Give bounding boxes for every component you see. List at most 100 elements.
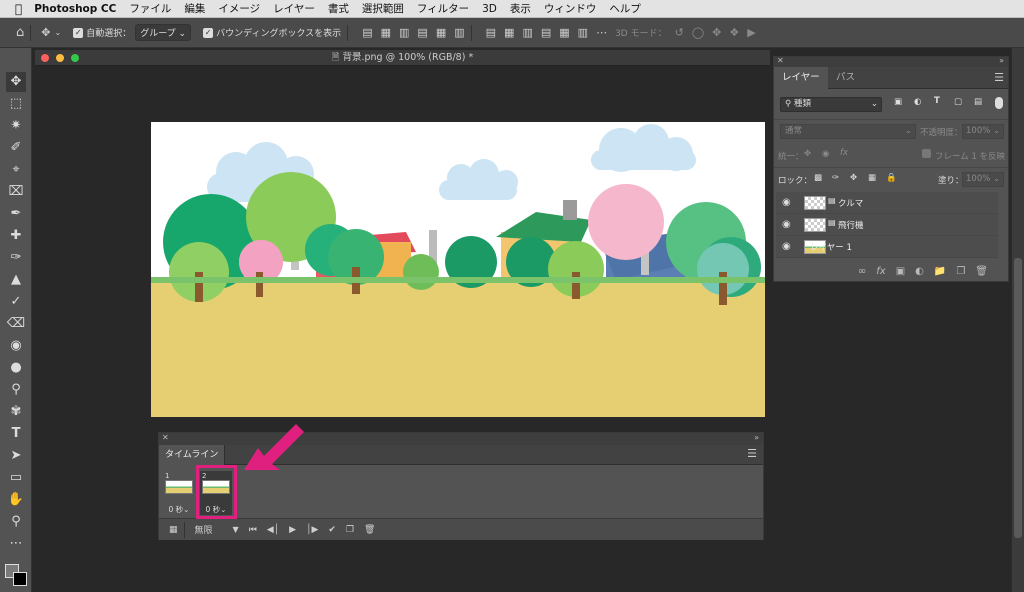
type-tool-icon[interactable]: T — [6, 424, 26, 444]
frame-tool-icon[interactable]: ⌧ — [6, 182, 26, 202]
play-icon[interactable]: ▶ — [289, 525, 296, 535]
unify-visibility-icon[interactable]: ◉ — [822, 149, 829, 159]
filter-smart-object-icon[interactable]: ▤ — [974, 97, 982, 107]
auto-select-checkbox[interactable]: ✓ — [73, 27, 84, 38]
tween-icon[interactable]: ✔ — [328, 525, 336, 535]
layer-row[interactable]: ◉ ▤ 飛行機 — [776, 214, 998, 236]
distribute-right-icon[interactable]: ▥ — [578, 26, 588, 39]
zoom-tool-icon[interactable]: ⚲ — [6, 512, 26, 532]
layer-name[interactable]: 飛行機 — [838, 219, 864, 231]
filter-type-icon[interactable]: T — [934, 96, 940, 106]
dodge-tool-icon[interactable]: ⚲ — [6, 380, 26, 400]
eyedropper-tool-icon[interactable]: ✒ — [6, 204, 26, 224]
folder-icon[interactable]: 📁 — [934, 266, 946, 277]
filter-pixel-icon[interactable]: ▣ — [894, 97, 902, 107]
layer-name[interactable]: レイヤー 1 — [810, 241, 852, 253]
frame-delay[interactable]: 0 秒⌄ — [163, 504, 195, 515]
healing-brush-tool-icon[interactable]: ✚ — [6, 226, 26, 246]
trash-icon[interactable]: 🗑 — [364, 525, 375, 535]
close-window-button[interactable] — [41, 54, 49, 62]
filter-shape-icon[interactable]: ▢ — [954, 97, 962, 107]
pen-tool-icon[interactable]: ✾ — [6, 402, 26, 422]
distribute-bottom-icon[interactable]: ▥ — [522, 26, 532, 39]
align-middle-icon[interactable]: ▦ — [436, 26, 446, 39]
new-layer-icon[interactable]: ❐ — [956, 266, 965, 277]
unify-style-icon[interactable]: fx — [840, 148, 848, 158]
lock-artboard-icon[interactable]: ▦ — [868, 173, 876, 183]
auto-select-dropdown[interactable]: グループ ⌄ — [135, 24, 192, 41]
minimize-window-button[interactable] — [56, 54, 64, 62]
panel-menu-icon[interactable]: ☰ — [994, 71, 1004, 84]
align-right-icon[interactable]: ▥ — [399, 26, 409, 39]
chevron-down-icon[interactable]: ⌄ — [54, 28, 61, 37]
menu-layer[interactable]: レイヤー — [273, 1, 315, 16]
align-bottom-icon[interactable]: ▥ — [454, 26, 464, 39]
blur-tool-icon[interactable]: ● — [6, 358, 26, 378]
propagate-checkbox[interactable] — [922, 149, 931, 158]
orbit-3d-icon[interactable]: ↺ — [675, 26, 684, 39]
slide-3d-icon[interactable]: ❖ — [729, 26, 739, 39]
tab-timeline[interactable]: タイムライン — [159, 445, 226, 465]
blend-mode-select[interactable]: 通常 ⌄ — [780, 124, 916, 139]
timeline-frame[interactable]: 1 0 秒⌄ — [163, 471, 195, 515]
panel-menu-icon[interactable]: ☰ — [747, 447, 757, 460]
move-tool-icon[interactable]: ✥ — [41, 26, 50, 39]
bbox-checkbox[interactable]: ✓ — [203, 27, 214, 38]
align-top-icon[interactable]: ▤ — [417, 26, 427, 39]
stamp-tool-icon[interactable]: ▲ — [6, 270, 26, 290]
pan-3d-icon[interactable]: ✥ — [712, 26, 721, 39]
close-icon[interactable]: ✕ — [777, 56, 784, 65]
eye-icon[interactable]: ◉ — [782, 219, 791, 230]
next-frame-icon[interactable]: │▶ — [306, 525, 318, 535]
more-options-icon[interactable]: ⋯ — [596, 26, 607, 39]
menu-view[interactable]: 表示 — [510, 1, 531, 16]
scrollbar-thumb[interactable] — [1014, 258, 1022, 538]
crop-tool-icon[interactable]: ⌖ — [6, 160, 26, 180]
menu-image[interactable]: イメージ — [218, 1, 260, 16]
menu-window[interactable]: ウィンドウ — [544, 1, 597, 16]
convert-timeline-icon[interactable]: ▦ — [169, 525, 178, 535]
paint-bucket-tool-icon[interactable]: ◉ — [6, 336, 26, 356]
menu-edit[interactable]: 編集 — [184, 1, 205, 16]
home-icon[interactable]: ⌂ — [16, 25, 24, 40]
menu-3d[interactable]: 3D — [482, 3, 497, 15]
menu-help[interactable]: ヘルプ — [609, 1, 641, 16]
quick-select-tool-icon[interactable]: ✐ — [6, 138, 26, 158]
unify-position-icon[interactable]: ✥ — [804, 149, 811, 159]
close-icon[interactable]: ✕ — [162, 433, 169, 442]
history-brush-tool-icon[interactable]: ✓ — [6, 292, 26, 312]
previous-frame-icon[interactable]: ◀│ — [267, 525, 279, 535]
duplicate-frame-icon[interactable]: ❐ — [346, 525, 354, 535]
maximize-window-button[interactable] — [71, 54, 79, 62]
brush-tool-icon[interactable]: ✑ — [6, 248, 26, 268]
menu-file[interactable]: ファイル — [129, 1, 171, 16]
mask-icon[interactable]: ▣ — [896, 266, 905, 277]
eye-icon[interactable]: ◉ — [782, 241, 791, 252]
align-center-icon[interactable]: ▦ — [381, 26, 391, 39]
first-frame-icon[interactable]: ⏮ — [249, 525, 257, 535]
layer-row[interactable]: ◉ レイヤー 1 — [776, 236, 998, 258]
filter-adjustment-icon[interactable]: ◐ — [914, 97, 921, 107]
menu-app-name[interactable]: Photoshop CC — [34, 3, 116, 15]
tab-layers[interactable]: レイヤー — [774, 67, 828, 89]
layer-row[interactable]: ◉ ▤ クルマ — [776, 192, 998, 214]
background-color-swatch[interactable] — [13, 572, 27, 586]
distribute-middle-icon[interactable]: ▦ — [504, 26, 514, 39]
lasso-tool-icon[interactable]: ✷ — [6, 116, 26, 136]
roll-3d-icon[interactable]: ◯ — [692, 26, 704, 39]
eraser-tool-icon[interactable]: ⌫ — [6, 314, 26, 334]
distribute-top-icon[interactable]: ▤ — [486, 26, 496, 39]
layer-filter-select[interactable]: ⚲ 種類 ⌄ — [780, 97, 882, 112]
distribute-left-icon[interactable]: ▤ — [541, 26, 551, 39]
link-icon[interactable]: ∞ — [858, 266, 866, 277]
scale-3d-icon[interactable]: ▶ — [747, 26, 755, 39]
fx-icon[interactable]: fx — [876, 266, 885, 277]
collapse-icon[interactable]: » — [754, 433, 759, 442]
move-tool-icon[interactable]: ✥ — [6, 72, 26, 92]
chevron-down-icon[interactable]: ▼ — [233, 525, 239, 534]
lock-transparent-icon[interactable]: ▩ — [814, 173, 822, 183]
marquee-tool-icon[interactable]: ⬚ — [6, 94, 26, 114]
edit-toolbar-icon[interactable]: ⋯ — [6, 534, 26, 554]
menu-filter[interactable]: フィルター — [417, 1, 469, 16]
distribute-center-icon[interactable]: ▦ — [559, 26, 569, 39]
